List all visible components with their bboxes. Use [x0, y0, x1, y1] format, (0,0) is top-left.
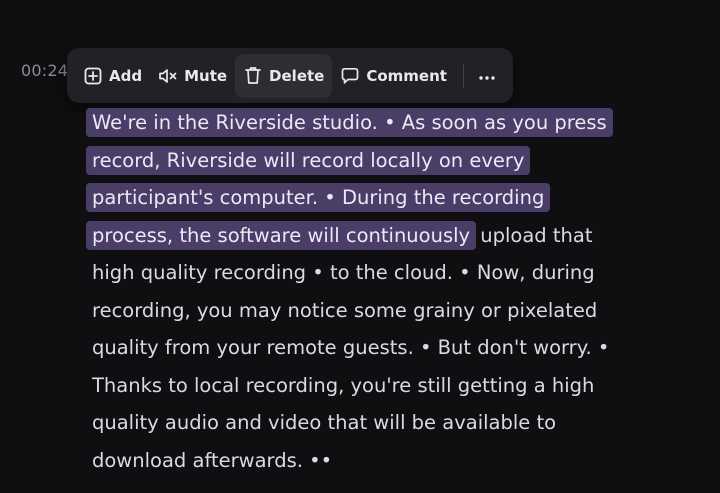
mute-label: Mute: [184, 66, 228, 85]
comment-button[interactable]: Comment: [332, 54, 455, 98]
transcript-line: record, Riverside will record locally on…: [86, 142, 632, 180]
ellipsis-icon: [478, 66, 496, 85]
transcript-text-segment[interactable]: upload that: [474, 224, 592, 247]
trash-icon: [243, 66, 263, 86]
transcript-text-segment[interactable]: high quality recording • to the cloud. •…: [92, 261, 595, 284]
comment-label: Comment: [366, 66, 447, 85]
add-button[interactable]: Add: [75, 54, 150, 98]
transcript-line: quality audio and video that will be ava…: [92, 404, 632, 442]
highlighted-text[interactable]: record, Riverside will record locally on…: [86, 145, 531, 175]
transcript-text-segment[interactable]: recording, you may notice some grainy or…: [92, 299, 597, 322]
transcript-line: participant's computer. • During the rec…: [86, 179, 632, 217]
transcript-line: We're in the Riverside studio. • As soon…: [86, 104, 632, 142]
transcript-line: recording, you may notice some grainy or…: [92, 292, 632, 330]
transcript-line: quality from your remote guests. • But d…: [92, 329, 632, 367]
transcript-text-segment[interactable]: quality from your remote guests. • But d…: [92, 336, 609, 359]
transcript-line: Thanks to local recording, you're still …: [92, 367, 632, 405]
delete-button[interactable]: Delete: [235, 53, 333, 98]
highlighted-text[interactable]: We're in the Riverside studio. • As soon…: [86, 108, 613, 137]
highlighted-text[interactable]: process, the software will continuously: [86, 220, 477, 250]
speech-bubble-icon: [340, 66, 360, 86]
transcript-text-segment[interactable]: Thanks to local recording, you're still …: [92, 374, 594, 397]
delete-label: Delete: [269, 66, 325, 85]
transcript-line: download afterwards. ••: [92, 442, 632, 480]
plus-square-icon: [83, 66, 103, 86]
mute-button[interactable]: Mute: [150, 54, 235, 98]
toolbar-divider: [462, 63, 464, 88]
timestamp: 00:24: [21, 61, 69, 80]
add-label: Add: [109, 66, 143, 85]
selection-toolbar: Add Mute Delete Comment: [67, 48, 513, 103]
speaker-mute-icon: [158, 66, 178, 86]
transcript-text-segment[interactable]: download afterwards. ••: [92, 449, 332, 472]
transcript-text-segment[interactable]: quality audio and video that will be ava…: [92, 411, 556, 434]
transcript-text[interactable]: We're in the Riverside studio. • As soon…: [86, 104, 632, 480]
transcript-line: process, the software will continuously …: [86, 217, 632, 255]
more-options-button[interactable]: [470, 59, 504, 93]
highlighted-text[interactable]: participant's computer. • During the rec…: [86, 183, 551, 212]
transcript-line: high quality recording • to the cloud. •…: [92, 254, 632, 292]
